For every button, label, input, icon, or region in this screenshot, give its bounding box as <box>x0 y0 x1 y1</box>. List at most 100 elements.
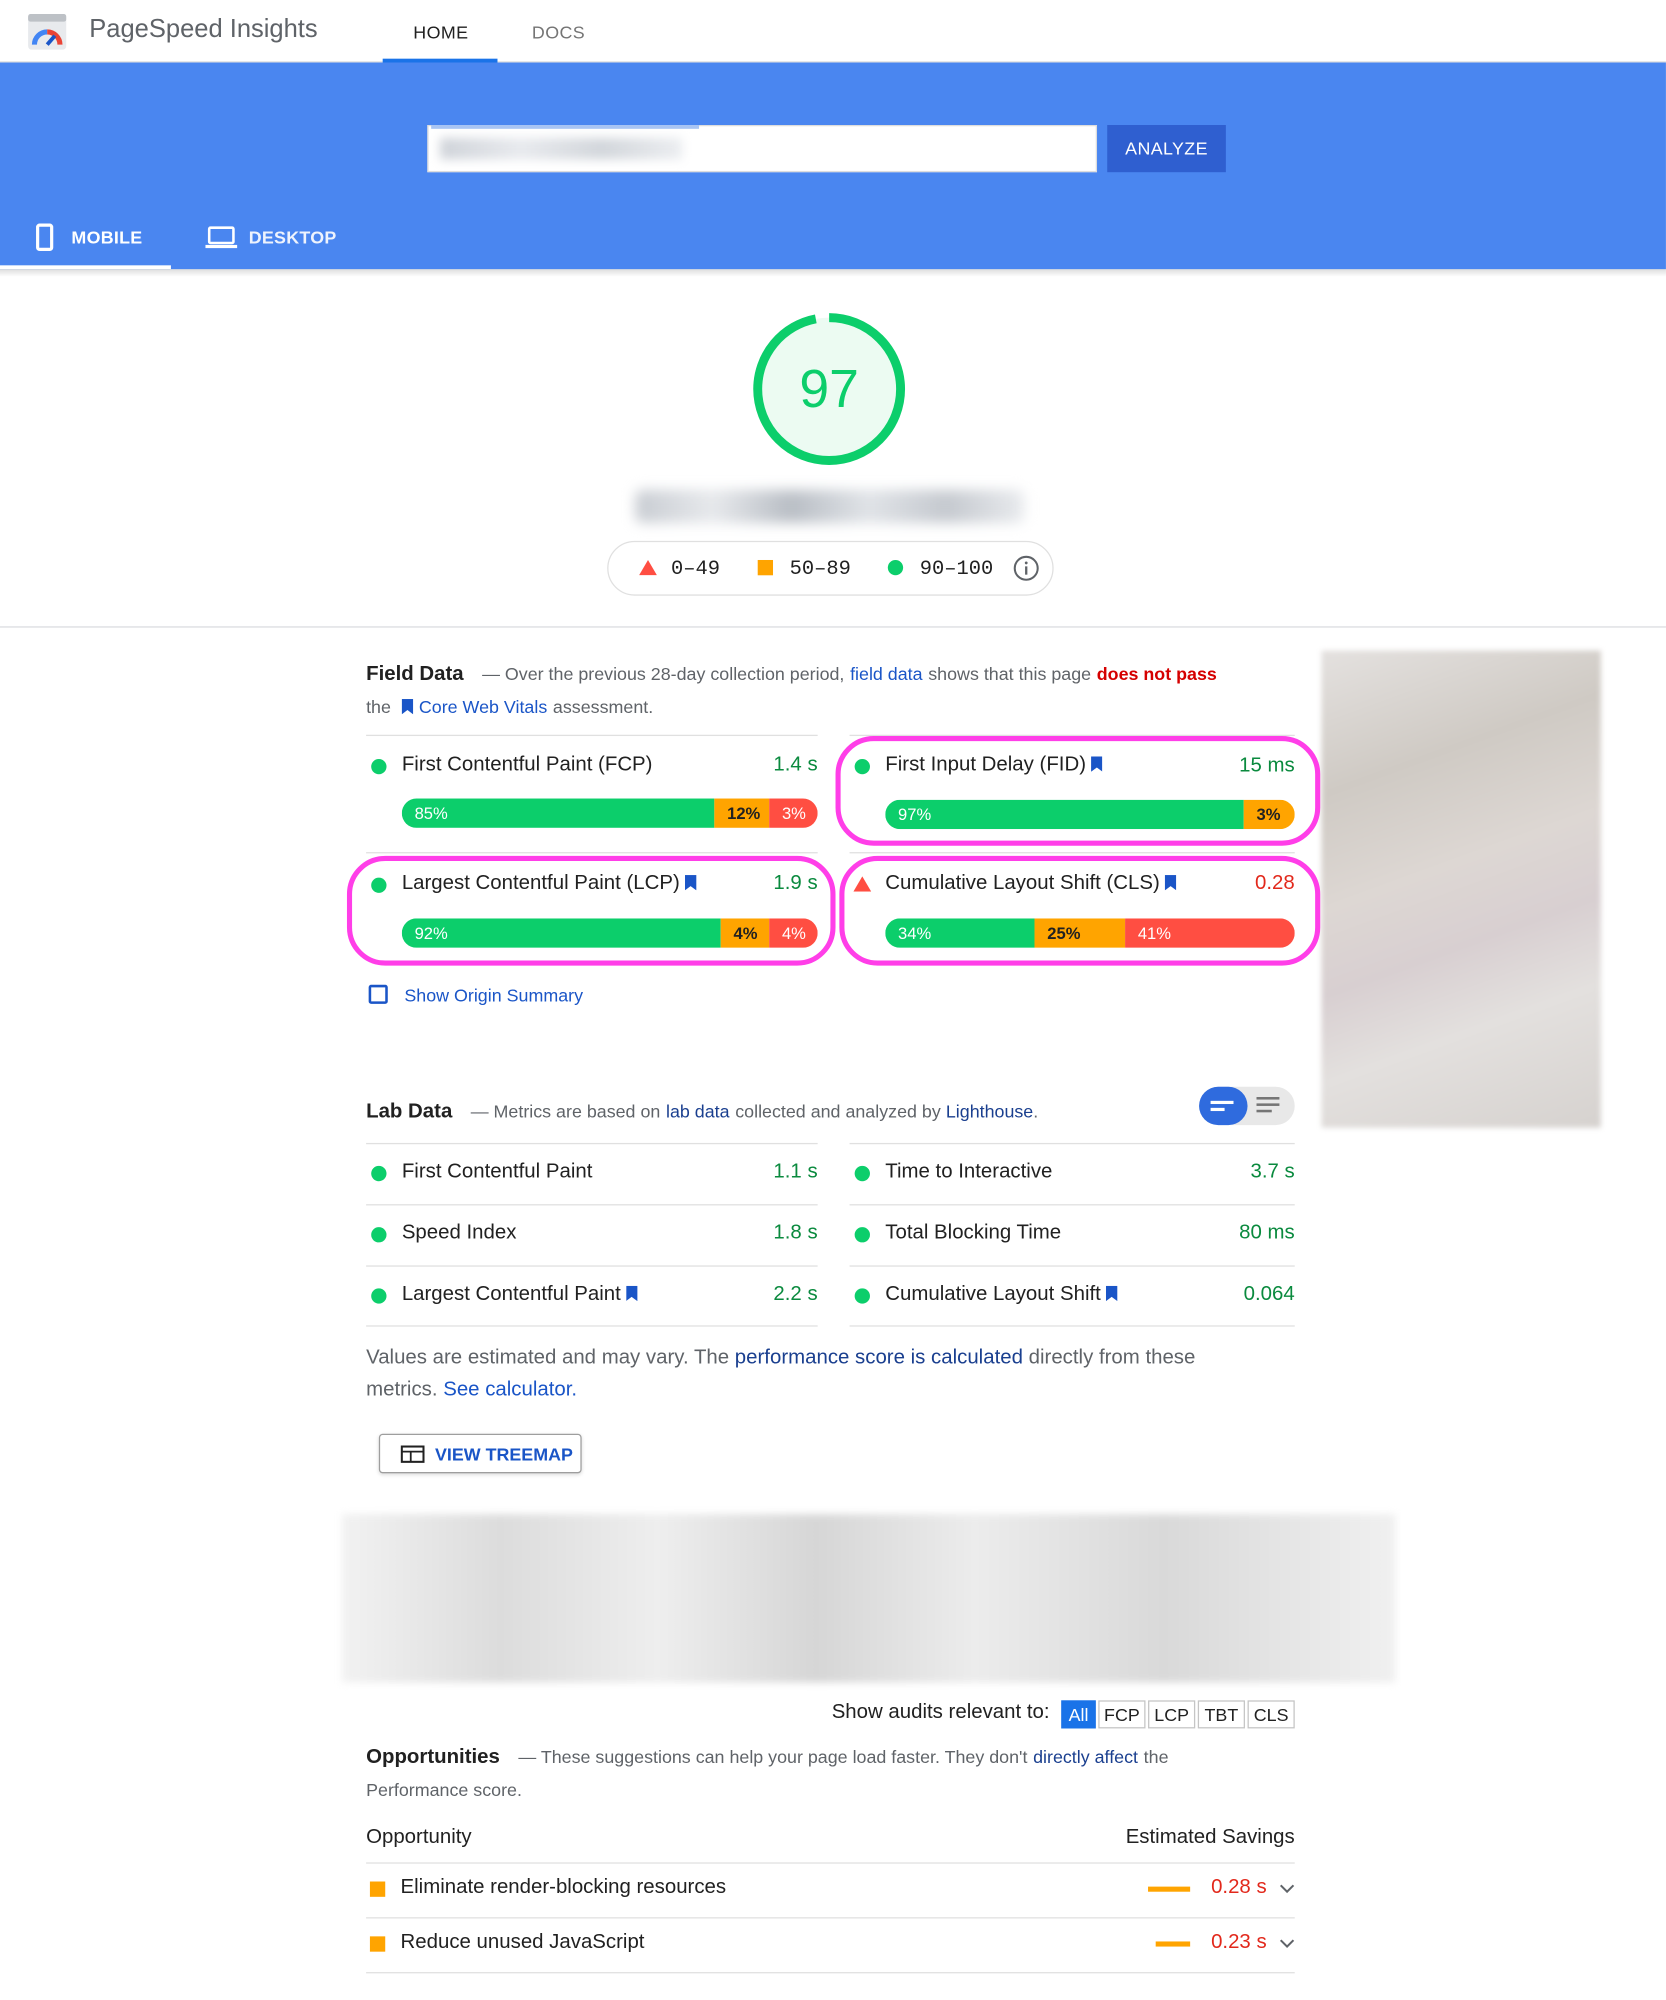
pagespeed-logo[interactable] <box>28 14 67 50</box>
divider <box>849 1204 1295 1206</box>
origin-summary-checkbox[interactable] <box>368 984 388 1004</box>
opportunity-savings: 0.23 s <box>1211 1931 1267 1953</box>
view-treemap-button[interactable]: VIEW TREEMAP <box>378 1433 582 1474</box>
good-segment: 92% <box>401 918 721 948</box>
legend-good: 90–100 <box>919 557 994 581</box>
good-segment: 34% <box>885 918 1035 948</box>
lab-metric-name: First Contentful Paint <box>401 1160 593 1183</box>
filter-cls[interactable]: CLS <box>1247 1700 1295 1729</box>
lab-data-link[interactable]: lab data <box>666 1101 730 1121</box>
lab-metric-value: 1.1 s <box>773 1160 818 1183</box>
tab-docs[interactable]: DOCS <box>532 22 585 42</box>
field-data-link[interactable]: field data <box>850 663 922 683</box>
opportunity-savings: 0.28 s <box>1211 1876 1267 1899</box>
lab-metric-name: Total Blocking Time <box>885 1222 1062 1244</box>
url-input-progress <box>431 125 700 129</box>
lab-metric-name: Time to Interactive <box>885 1160 1053 1183</box>
divider <box>366 1204 818 1206</box>
audits-filter-label: Show audits relevant to: <box>831 1701 1050 1724</box>
average-segment: 4% <box>720 918 770 948</box>
lab-metric-name: Largest Contentful Paint <box>402 1283 638 1306</box>
cwv-fail-text: does not pass <box>1096 663 1217 684</box>
core-web-vitals-link[interactable]: Core Web Vitals <box>419 696 547 716</box>
metric-fcp-distribution: 85% 12% 3% <box>401 798 818 828</box>
bookmark-icon <box>401 699 414 715</box>
good-dot-icon <box>371 1227 387 1243</box>
treemap-icon <box>400 1445 425 1463</box>
origin-summary-label[interactable]: Show Origin Summary <box>404 985 583 1005</box>
divider <box>366 1142 818 1145</box>
field-data-desc: — Over the previous 28-day collection pe… <box>482 663 845 684</box>
col-opportunity: Opportunity <box>366 1826 472 1849</box>
average-square-icon <box>369 1881 386 1897</box>
desktop-icon <box>205 226 238 249</box>
chevron-down-icon[interactable] <box>1279 1884 1295 1894</box>
metric-lcp-label: Largest Contentful Paint (LCP) <box>401 872 680 895</box>
lab-metric-label: Largest Contentful Paint <box>401 1283 621 1305</box>
summary-view-icon[interactable] <box>1210 1097 1237 1115</box>
filter-fcp[interactable]: FCP <box>1098 1700 1146 1729</box>
screenshot-thumbnail-blurred <box>1321 650 1601 1128</box>
metric-cls-distribution: 34% 25% 41% <box>885 918 1295 948</box>
good-dot-icon <box>854 1227 870 1243</box>
divider <box>366 734 818 737</box>
poor-segment: 4% <box>769 918 818 948</box>
average-segment: 12% <box>714 798 770 828</box>
lab-data-title: Lab Data <box>366 1100 453 1123</box>
lab-metric-label: Cumulative Layout Shift <box>885 1283 1101 1305</box>
metric-fid-distribution: 97% 3% <box>885 799 1295 830</box>
good-dot-icon <box>371 1165 387 1182</box>
performance-score-link[interactable]: performance score is calculated <box>735 1347 1023 1369</box>
good-segment: 97% <box>885 799 1244 830</box>
divider <box>849 1325 1295 1327</box>
opportunities-title: Opportunities <box>366 1746 500 1768</box>
note-text-2: directly from these <box>1028 1347 1196 1369</box>
chevron-down-icon[interactable] <box>1279 1939 1295 1949</box>
section-divider <box>0 626 1666 628</box>
info-icon[interactable] <box>1013 555 1040 582</box>
lab-metric-value: 1.8 s <box>773 1222 818 1244</box>
highlight-ring <box>835 736 1321 846</box>
col-savings: Estimated Savings <box>1125 1826 1295 1849</box>
filmstrip-blurred <box>341 1514 1396 1683</box>
tab-mobile[interactable]: MOBILE <box>71 227 142 247</box>
field-data-header: Field Data — Over the previous 28-day co… <box>366 663 1259 686</box>
filter-tbt[interactable]: TBT <box>1197 1700 1245 1729</box>
metric-fid-value: 15 ms <box>1239 755 1295 777</box>
metric-cls-label: Cumulative Layout Shift (CLS) <box>885 872 1160 895</box>
list-view-icon[interactable] <box>1256 1097 1282 1115</box>
metric-fcp-value: 1.4 s <box>773 753 818 776</box>
opportunities-desc-3: Performance score. <box>366 1779 522 1800</box>
lab-data-desc-2: collected and analyzed by <box>735 1100 941 1122</box>
field-data-desc-2: shows that this page <box>928 663 1092 684</box>
divider <box>366 1972 1295 1974</box>
opportunities-header: Opportunities — These suggestions can he… <box>366 1746 1168 1769</box>
lab-data-note: Values are estimated and may vary. The p… <box>366 1342 1259 1374</box>
lab-metric-value: 3.7 s <box>1250 1160 1295 1183</box>
average-square-icon <box>757 559 774 576</box>
good-dot-icon <box>887 559 904 576</box>
tab-home[interactable]: HOME <box>413 22 468 42</box>
good-dot-icon <box>854 758 870 775</box>
tab-desktop[interactable]: DESKTOP <box>249 227 337 247</box>
filter-all[interactable]: All <box>1061 1700 1096 1729</box>
lab-data-desc: — Metrics are based on <box>470 1100 661 1122</box>
lab-data-note-line2: metrics. See calculator. <box>366 1374 577 1406</box>
bookmark-icon <box>1091 756 1103 772</box>
good-dot-icon <box>371 758 387 775</box>
directly-affect-link[interactable]: directly affect <box>1033 1746 1138 1766</box>
mobile-icon <box>36 223 54 251</box>
divider <box>366 852 818 854</box>
field-data-header-line2: the Core Web Vitals assessment. <box>366 696 653 719</box>
lighthouse-link[interactable]: Lighthouse <box>946 1101 1033 1121</box>
note-text: Values are estimated and may vary. The <box>366 1347 730 1369</box>
field-data-desc-3: the <box>366 696 391 717</box>
calculator-link[interactable]: See calculator. <box>443 1379 577 1401</box>
poor-triangle-icon <box>853 876 872 892</box>
lab-metric-value: 0.064 <box>1243 1283 1295 1305</box>
performance-score: 97 <box>799 358 859 419</box>
analyze-button[interactable]: ANALYZE <box>1107 125 1226 173</box>
filter-lcp[interactable]: LCP <box>1148 1700 1196 1729</box>
metric-lcp-value: 1.9 s <box>773 872 818 895</box>
good-dot-icon <box>854 1288 870 1304</box>
